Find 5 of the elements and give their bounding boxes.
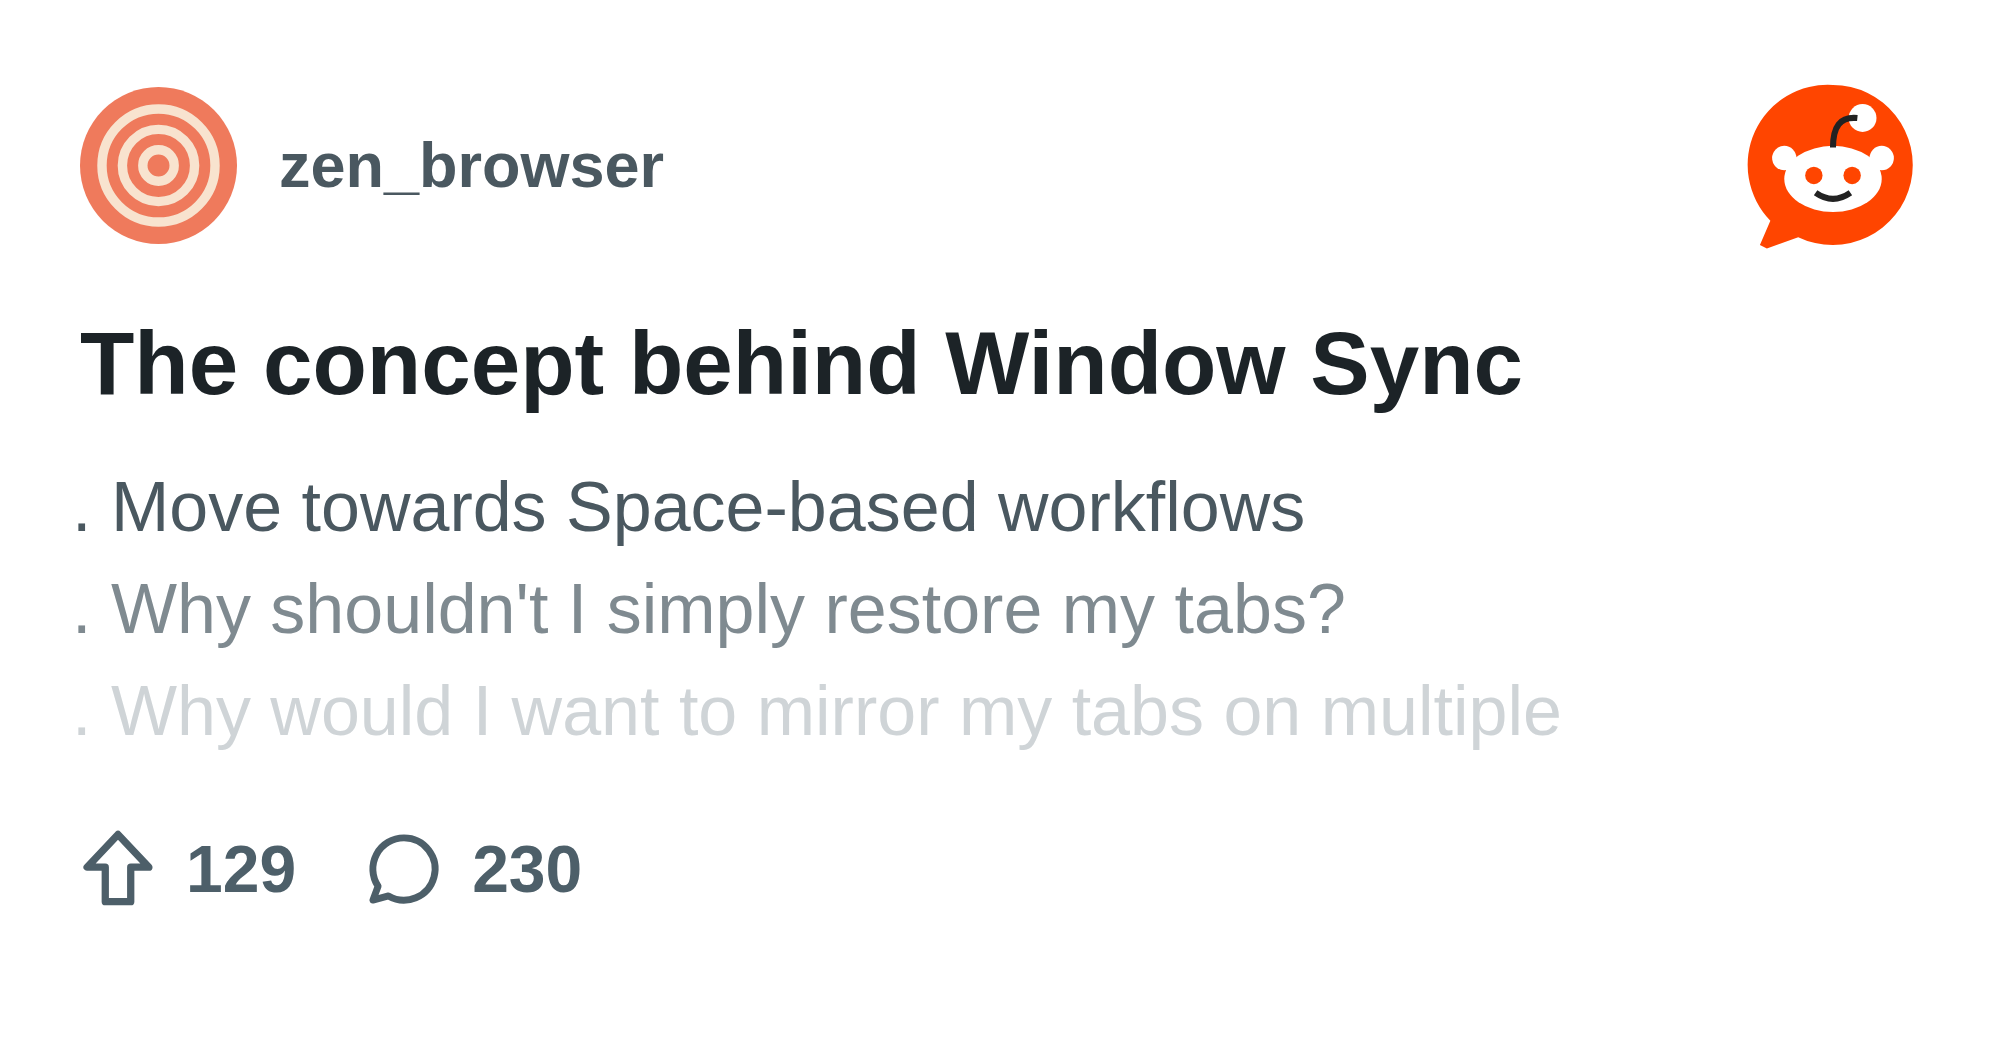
username[interactable]: zen_browser — [279, 129, 665, 201]
avatar-icon — [80, 86, 237, 244]
upvote-count: 129 — [186, 831, 297, 907]
post-title[interactable]: The concept behind Window Sync — [80, 312, 1920, 415]
comment-count: 230 — [472, 831, 583, 907]
